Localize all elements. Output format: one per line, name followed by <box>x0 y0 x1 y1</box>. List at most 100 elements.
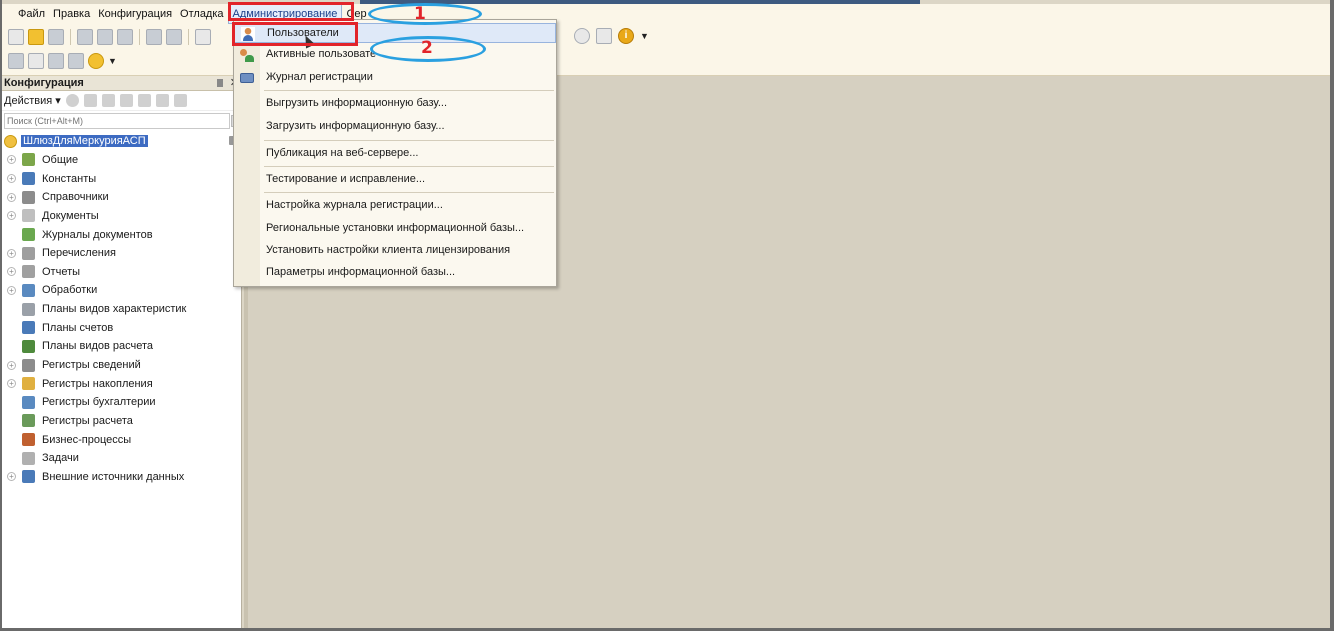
admin-menu-item[interactable]: Журнал регистрации <box>234 68 556 88</box>
admin-menu-item-label: Журнал регистрации <box>266 71 373 83</box>
tree-item[interactable]: Бизнес-процессы <box>2 430 241 449</box>
delete-icon[interactable] <box>119 94 133 107</box>
expand-icon[interactable]: + <box>7 360 16 370</box>
main-toolbar <box>8 26 211 48</box>
tree-item-icon <box>22 228 35 242</box>
tree-item[interactable]: + Общие <box>2 151 241 170</box>
menu-debug[interactable]: Отладка <box>176 5 227 23</box>
expand-icon[interactable]: + <box>7 192 16 202</box>
admin-menu-item[interactable]: Загрузить информационную базу... <box>234 117 556 137</box>
tree-item[interactable]: Журналы документов <box>2 225 241 244</box>
info-icon[interactable]: i <box>618 28 634 44</box>
expand-icon[interactable]: + <box>7 248 16 258</box>
assistant-icon[interactable] <box>574 28 590 44</box>
configuration-search-input[interactable] <box>4 113 230 129</box>
undo-icon[interactable] <box>195 29 211 45</box>
tree-item[interactable]: + Документы <box>2 207 241 226</box>
admin-menu-item[interactable]: Тестирование и исправление... <box>234 170 556 190</box>
menu-edit[interactable]: Правка <box>49 5 94 23</box>
tree-item-label: Регистры бухгалтерии <box>42 396 156 409</box>
actions-menu-button[interactable]: Действия ▾ <box>4 94 61 107</box>
expand-icon[interactable]: + <box>7 174 16 184</box>
tree-item[interactable]: + Отчеты <box>2 262 241 281</box>
menu-file[interactable]: Файл <box>14 5 49 23</box>
open-folder-icon[interactable] <box>28 29 44 45</box>
tree-item-label: Справочники <box>42 191 109 204</box>
copy-icon[interactable] <box>97 29 113 45</box>
annotation-box-administration <box>228 2 354 21</box>
sort-icon[interactable] <box>173 94 187 107</box>
tree-item-label: Бизнес-процессы <box>42 433 132 446</box>
tree-item[interactable]: + Справочники <box>2 188 241 207</box>
move-down-icon[interactable] <box>155 94 169 107</box>
add-icon[interactable] <box>65 94 79 107</box>
pin-icon[interactable] <box>217 79 223 87</box>
cut-icon[interactable] <box>77 29 93 45</box>
tree-item[interactable]: Планы счетов <box>2 318 241 337</box>
admin-menu-item-label: Параметры информационной базы... <box>266 266 456 278</box>
move-up-icon[interactable] <box>137 94 151 107</box>
tree-item-icon <box>22 172 35 186</box>
save-icon[interactable] <box>48 29 64 45</box>
window-icon[interactable] <box>68 53 84 69</box>
admin-menu-item[interactable]: Выгрузить информационную базу... <box>234 94 556 114</box>
tree-root-item[interactable]: ШлюзДляМеркурияАСП <box>2 132 241 151</box>
admin-menu-item[interactable]: Региональные установки информационной ба… <box>234 219 556 239</box>
expand-icon[interactable]: + <box>7 155 16 165</box>
tree-item-icon <box>22 246 35 260</box>
menu-configuration[interactable]: Конфигурация <box>94 5 176 23</box>
copy-icon[interactable] <box>101 94 115 107</box>
tree-item-icon <box>22 283 35 297</box>
tree-item[interactable]: + Регистры накопления <box>2 374 241 393</box>
configuration-panel: Конфигурация ✕ Действия ▾ ШлюзДляМеркури… <box>2 76 242 628</box>
expand-icon[interactable]: + <box>7 285 16 295</box>
tree-item-label: Планы видов характеристик <box>42 303 187 316</box>
tree-item[interactable]: Планы видов расчета <box>2 337 241 356</box>
tree-item-label: Регистры сведений <box>42 359 141 371</box>
run-dropdown-icon[interactable]: ▼ <box>108 56 117 66</box>
admin-menu-item-label: Настройка журнала регистрации... <box>266 199 443 211</box>
tree-item[interactable]: Регистры расчета <box>2 412 241 431</box>
compare-icon[interactable] <box>48 53 64 69</box>
tree-item-label: Перечисления <box>42 247 116 260</box>
top-bar: Файл Правка Конфигурация Отладка Админис… <box>2 4 1330 76</box>
tree-item-icon <box>22 414 35 428</box>
new-file-icon[interactable] <box>8 29 24 45</box>
tree-item[interactable]: Задачи <box>2 449 241 468</box>
tree-item-label: Общие <box>42 153 79 166</box>
tree-item[interactable]: + Перечисления <box>2 244 241 263</box>
help-book-icon[interactable] <box>596 28 612 44</box>
tree-item-label: Отчеты <box>42 265 81 278</box>
admin-menu-item[interactable]: Параметры информационной базы... <box>234 263 556 283</box>
tree-item-icon <box>22 190 35 204</box>
tree-item[interactable]: + Константы <box>2 169 241 188</box>
paste-icon[interactable] <box>117 29 133 45</box>
tree-item[interactable]: + Внешние источники данных <box>2 468 241 487</box>
admin-menu-item[interactable]: Настройка журнала регистрации... <box>234 196 556 216</box>
tree-item-icon <box>22 209 35 223</box>
run-icon[interactable] <box>88 53 104 69</box>
expand-icon[interactable]: + <box>7 472 16 482</box>
expand-icon[interactable]: + <box>7 267 16 277</box>
tree-item-icon <box>22 153 35 167</box>
tree-item[interactable]: Планы видов характеристик <box>2 300 241 319</box>
tree-item[interactable]: + Обработки <box>2 281 241 300</box>
info-dropdown-icon[interactable]: ▼ <box>640 31 649 41</box>
config-icon[interactable] <box>8 53 24 69</box>
expand-icon[interactable]: + <box>7 379 16 389</box>
tree-item[interactable]: Регистры бухгалтерии <box>2 393 241 412</box>
admin-menu-item[interactable]: Установить настройки клиента лицензирова… <box>234 241 556 261</box>
tree-item[interactable]: + Регистры сведений <box>2 356 241 375</box>
edit-icon[interactable] <box>83 94 97 107</box>
expand-icon[interactable]: + <box>7 211 16 221</box>
database-icon[interactable] <box>28 53 44 69</box>
admin-menu-item[interactable]: Публикация на веб-сервере... <box>234 144 556 164</box>
preview-icon[interactable] <box>166 29 182 45</box>
tree-item-label: Внешние источники данных <box>42 470 185 483</box>
secondary-toolbar: ▼ <box>8 50 117 72</box>
print-icon[interactable] <box>146 29 162 45</box>
